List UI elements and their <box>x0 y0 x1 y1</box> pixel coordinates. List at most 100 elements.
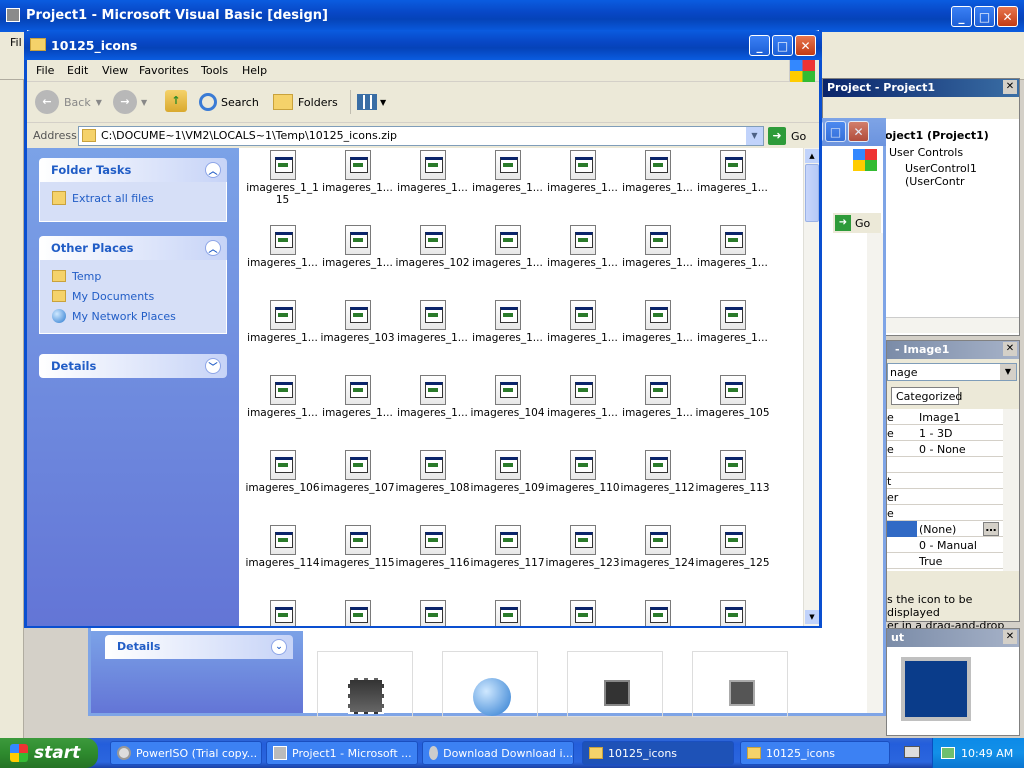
file-item[interactable]: imageres_1... <box>620 300 695 370</box>
bg-go-button[interactable]: ➜ Go <box>833 213 881 233</box>
details-header[interactable]: Details ﹀ <box>39 354 227 378</box>
taskbar-button-poweriso[interactable]: PowerISO (Trial copy... <box>110 741 262 765</box>
file-item[interactable]: imageres_1... <box>695 300 770 370</box>
file-item[interactable] <box>245 600 320 626</box>
other-places-header[interactable]: Other Places ︿ <box>39 236 227 260</box>
close-icon[interactable]: ✕ <box>1003 80 1017 94</box>
user-control-item[interactable]: UserControl1 (UserContr <box>905 162 1019 188</box>
taskbar-button-vb[interactable]: Project1 - Microsoft ... <box>266 741 418 765</box>
forward-button[interactable]: → ▼ <box>113 88 147 116</box>
start-button[interactable]: start <box>0 738 98 768</box>
views-button[interactable]: ▼ <box>350 90 386 114</box>
bg-maximize-button[interactable]: □ <box>825 121 846 142</box>
file-item[interactable]: imageres_1... <box>245 375 320 445</box>
prop-row[interactable]: e1 - 3D <box>887 425 1003 441</box>
search-button[interactable]: Search <box>199 90 259 114</box>
taskbar-button-explorer-1[interactable]: 10125_icons <box>582 741 734 765</box>
file-item[interactable]: imageres_125 <box>695 525 770 595</box>
file-item[interactable]: imageres_103 <box>320 300 395 370</box>
menu-view[interactable]: View <box>102 64 128 77</box>
vb-minimize-button[interactable]: _ <box>951 6 972 27</box>
file-item[interactable]: imageres_106 <box>245 450 320 520</box>
close-icon[interactable]: ✕ <box>1003 342 1017 356</box>
folder-tasks-header[interactable]: Folder Tasks ︿ <box>39 158 227 182</box>
explorer-minimize-button[interactable]: _ <box>749 35 770 56</box>
file-item[interactable]: imageres_105 <box>695 375 770 445</box>
place-temp-link[interactable]: Temp <box>52 266 214 286</box>
prop-row[interactable]: True <box>887 553 1003 569</box>
file-item[interactable]: imageres_1... <box>545 300 620 370</box>
go-button[interactable]: ➜ Go <box>768 126 806 146</box>
explorer-maximize-button[interactable]: □ <box>772 35 793 56</box>
file-item[interactable] <box>470 600 545 626</box>
file-item[interactable]: imageres_1... <box>245 300 320 370</box>
explorer-close-button[interactable]: ✕ <box>795 35 816 56</box>
bg-scrollbar[interactable] <box>867 233 883 713</box>
object-combo[interactable]: nage ▼ <box>887 363 1017 381</box>
prop-row[interactable]: e0 - None <box>887 441 1003 457</box>
file-item[interactable]: imageres_1... <box>695 225 770 295</box>
file-item[interactable]: imageres_1... <box>395 150 470 220</box>
vb-close-button[interactable]: ✕ <box>997 6 1018 27</box>
user-controls-node[interactable]: User Controls <box>889 146 963 159</box>
prop-row[interactable]: e <box>887 505 1003 521</box>
file-item[interactable]: imageres_117 <box>470 525 545 595</box>
vertical-scrollbar[interactable]: ▲ ▼ <box>803 148 819 626</box>
close-icon[interactable]: ✕ <box>1003 630 1017 644</box>
file-item[interactable]: imageres_1... <box>620 375 695 445</box>
bg-file-thumb[interactable] <box>692 651 788 717</box>
file-item[interactable]: imageres_115 <box>320 525 395 595</box>
menu-tools[interactable]: Tools <box>201 64 228 77</box>
file-item[interactable]: imageres_1... <box>470 225 545 295</box>
bg-file-thumb[interactable] <box>442 651 538 717</box>
chevron-down-icon[interactable]: ▼ <box>746 127 763 145</box>
file-item[interactable] <box>395 600 470 626</box>
file-item[interactable]: imageres_1... <box>395 300 470 370</box>
bg-close-button[interactable]: ✕ <box>848 121 869 142</box>
prop-row-selected[interactable]: (None)… <box>887 521 1003 537</box>
back-button[interactable]: ← Back ▼ <box>35 88 102 116</box>
prop-row[interactable]: e Image1 <box>887 409 1003 425</box>
clock[interactable]: 10:49 AM <box>961 747 1013 760</box>
file-item[interactable]: imageres_109 <box>470 450 545 520</box>
project-root[interactable]: oject1 (Project1) <box>885 129 989 142</box>
file-item[interactable] <box>320 600 395 626</box>
file-item[interactable]: imageres_124 <box>620 525 695 595</box>
file-item[interactable]: imageres_1... <box>320 375 395 445</box>
taskbar-button-download[interactable]: Download Download i... <box>422 741 574 765</box>
menu-file[interactable]: File <box>36 64 54 77</box>
file-item[interactable]: imageres_1... <box>620 225 695 295</box>
file-item[interactable]: imageres_116 <box>395 525 470 595</box>
file-item[interactable]: imageres_1... <box>695 150 770 220</box>
menu-favorites[interactable]: Favorites <box>139 64 189 77</box>
taskbar-button-explorer-2[interactable]: 10125_icons <box>740 741 890 765</box>
file-item[interactable] <box>545 600 620 626</box>
bg-file-thumb[interactable] <box>317 651 413 717</box>
tab-categorized[interactable]: Categorized <box>891 387 962 405</box>
place-network-link[interactable]: My Network Places <box>52 306 214 326</box>
scroll-thumb[interactable] <box>805 164 819 222</box>
hscroll[interactable] <box>885 317 1019 333</box>
file-item[interactable]: imageres_113 <box>695 450 770 520</box>
address-input[interactable]: C:\DOCUME~1\VM2\LOCALS~1\Temp\10125_icon… <box>78 126 764 146</box>
file-item[interactable]: imageres_1... <box>545 225 620 295</box>
file-item[interactable]: imageres_1... <box>245 225 320 295</box>
prop-row[interactable]: 0 - Manual <box>887 537 1003 553</box>
folders-button[interactable]: Folders <box>273 90 338 114</box>
file-item[interactable]: imageres_114 <box>245 525 320 595</box>
file-item[interactable]: imageres_1_115 <box>245 150 320 220</box>
file-item[interactable]: imageres_112 <box>620 450 695 520</box>
file-item[interactable] <box>620 600 695 626</box>
bg-details-header[interactable]: Details ⌄ <box>105 635 293 659</box>
extract-all-link[interactable]: Extract all files <box>52 188 214 208</box>
vb-maximize-button[interactable]: □ <box>974 6 995 27</box>
up-folder-button[interactable]: ↑ <box>165 90 189 114</box>
file-item[interactable]: imageres_108 <box>395 450 470 520</box>
scroll-up-arrow[interactable]: ▲ <box>805 149 819 163</box>
keyboard-icon[interactable] <box>904 746 920 758</box>
file-item[interactable]: imageres_1... <box>320 150 395 220</box>
prop-row[interactable] <box>887 457 1003 473</box>
menu-edit[interactable]: Edit <box>67 64 88 77</box>
file-item[interactable]: imageres_104 <box>470 375 545 445</box>
network-tray-icon[interactable] <box>941 747 955 759</box>
